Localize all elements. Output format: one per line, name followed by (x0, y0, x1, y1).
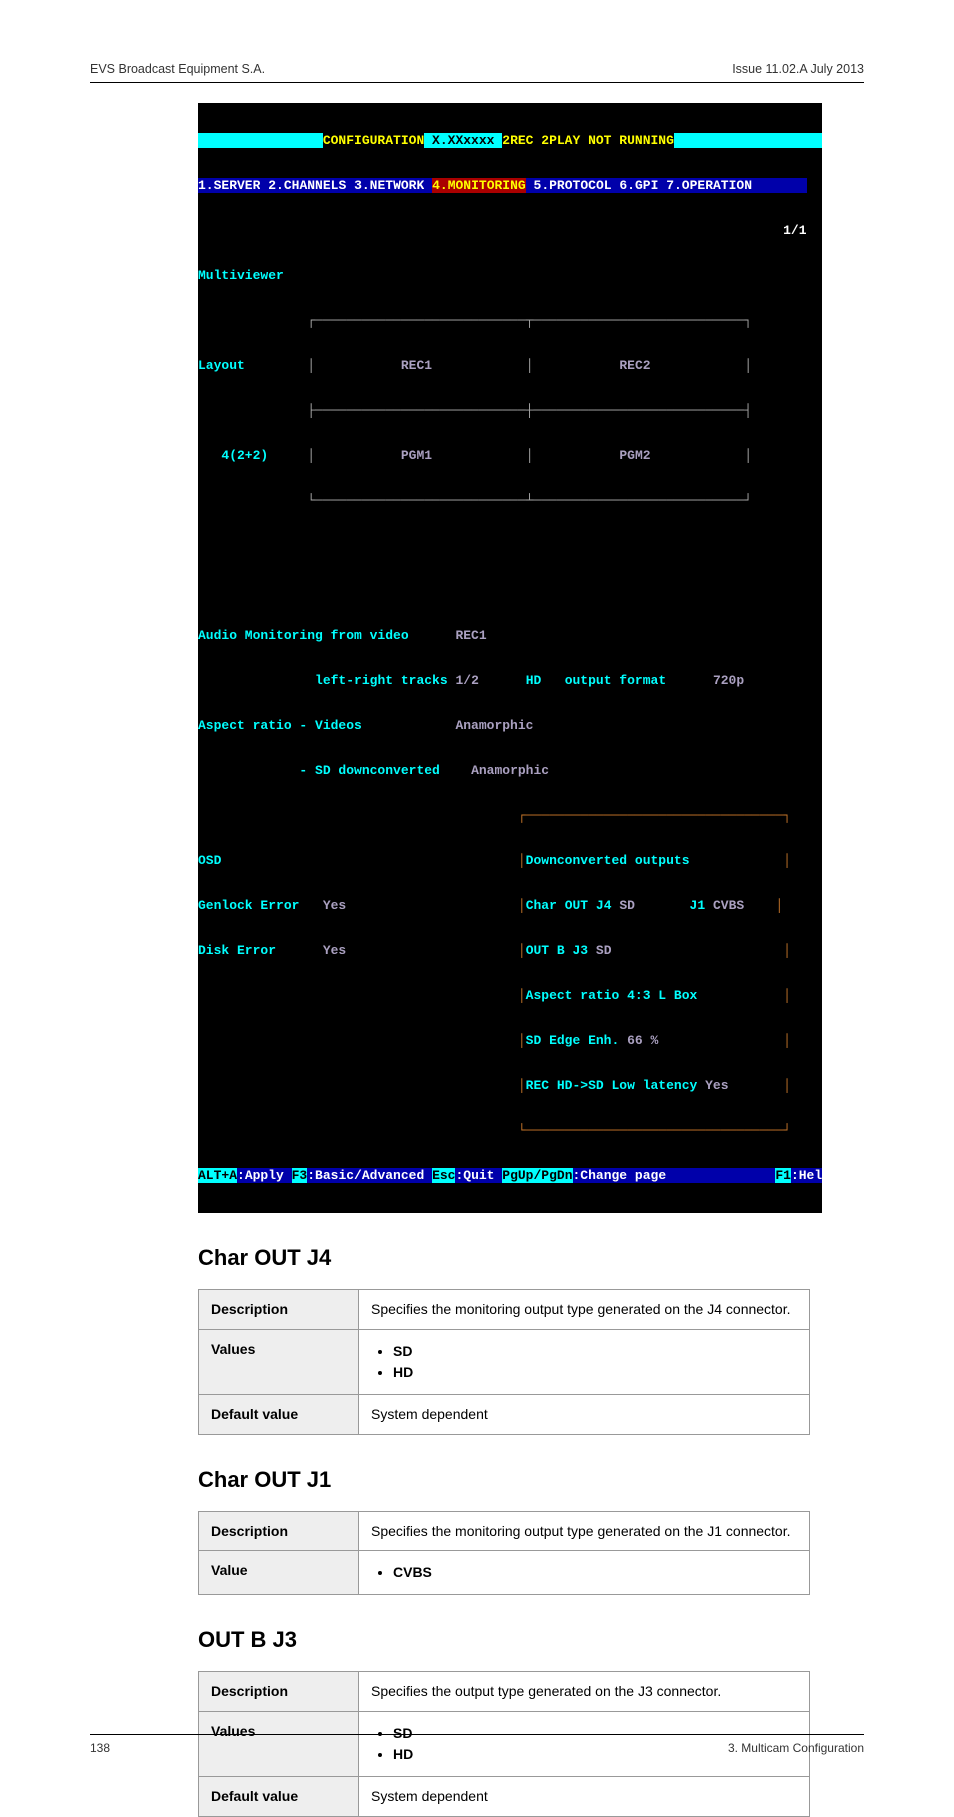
value-hd: HD (393, 1363, 797, 1382)
tab-operation: 7.OPERATION (666, 178, 752, 193)
sd-edge-label: SD Edge Enh. (526, 1033, 620, 1048)
section-char-out-j4-title: Char OUT J4 (198, 1245, 782, 1271)
desc-text: Specifies the output type generated on t… (359, 1672, 810, 1712)
desc-label: Description (199, 1511, 359, 1551)
footer-right: 3. Multicam Configuration (728, 1741, 864, 1755)
out-b-j3-value: SD (596, 943, 612, 958)
layout-value: 4(2+2) (221, 448, 268, 463)
default-label: Default value (199, 1394, 359, 1434)
default-text: System dependent (359, 1394, 810, 1434)
desc-text: Specifies the monitoring output type gen… (359, 1290, 810, 1330)
values-label: Values (199, 1329, 359, 1394)
genlock-value: Yes (323, 898, 346, 913)
tab-gpi: 6.GPI (619, 178, 658, 193)
audio-mon-label: Audio Monitoring from video (198, 628, 409, 643)
default-label: Default value (199, 1777, 359, 1817)
page-number: 138 (90, 1741, 110, 1755)
aspect-label: Aspect ratio - Videos (198, 718, 362, 733)
output-format-value: 720p (713, 673, 744, 688)
tab-channels: 2.CHANNELS (268, 178, 346, 193)
dc-aspect: Aspect ratio 4:3 L Box (526, 988, 698, 1003)
desc-label: Description (199, 1672, 359, 1712)
page-content: CONFIGURATION X.XXxxxx 2REC 2PLAY NOT RU… (90, 83, 864, 1817)
section-char-out-j1-title: Char OUT J1 (198, 1467, 782, 1493)
sd-edge-value: 66 % (627, 1033, 658, 1048)
terminal-screenshot: CONFIGURATION X.XXxxxx 2REC 2PLAY NOT RU… (198, 103, 822, 1213)
grid-pgm2: PGM2 (619, 448, 650, 463)
dco-title: Downconverted outputs (526, 853, 690, 868)
key-pgup: PgUp/PgDn (502, 1168, 572, 1183)
value-label: Value (199, 1551, 359, 1595)
tab-server: 1.SERVER (198, 178, 260, 193)
key-alt-a-text: :Apply (237, 1168, 292, 1183)
key-f3: F3 (292, 1168, 308, 1183)
low-latency-label: REC HD->SD Low latency (526, 1078, 698, 1093)
grid-rec1: REC1 (401, 358, 432, 373)
j1-value: CVBS (713, 898, 744, 913)
desc-label: Description (199, 1290, 359, 1330)
page-header: EVS Broadcast Equipment S.A. Issue 11.02… (90, 62, 864, 83)
header-left: EVS Broadcast Equipment S.A. (90, 62, 265, 76)
output-format-label: output format (565, 673, 666, 688)
layout-label: Layout (198, 358, 245, 373)
page-footer: 138 3. Multicam Configuration (90, 1734, 864, 1755)
term-status: 2REC 2PLAY NOT RUNNING (502, 133, 674, 148)
lr-tracks-value: 1/2 (455, 673, 478, 688)
aspect-sd-label: - SD downconverted (299, 763, 439, 778)
genlock-label: Genlock Error (198, 898, 299, 913)
disk-error-value: Yes (323, 943, 346, 958)
key-pgup-text: :Change page (573, 1168, 667, 1183)
audio-mon-value: REC1 (455, 628, 486, 643)
tab-network: 3.NETWORK (354, 178, 424, 193)
hd-label: HD (526, 673, 542, 688)
term-subtab: Multiviewer (198, 268, 284, 283)
char-out-j4-val: SD (619, 898, 635, 913)
tab-protocol: 5.PROTOCOL (534, 178, 612, 193)
table-char-out-j4: Description Specifies the monitoring out… (198, 1289, 810, 1435)
key-f1-text: :Help (791, 1168, 822, 1183)
grid-pgm1: PGM1 (401, 448, 432, 463)
table-char-out-j1: Description Specifies the monitoring out… (198, 1511, 810, 1596)
default-text: System dependent (359, 1777, 810, 1817)
term-title: CONFIGURATION (323, 133, 424, 148)
key-alt-a: ALT+A (198, 1168, 237, 1183)
key-esc: Esc (432, 1168, 455, 1183)
key-f1: F1 (775, 1168, 791, 1183)
key-esc-text: :Quit (455, 1168, 502, 1183)
aspect-v2: Anamorphic (471, 763, 549, 778)
document-page: EVS Broadcast Equipment S.A. Issue 11.02… (0, 0, 954, 1817)
key-f3-text: :Basic/Advanced (307, 1168, 432, 1183)
value-cvbs: CVBS (393, 1563, 797, 1582)
grid-rec2: REC2 (619, 358, 650, 373)
lr-tracks-label: left-right tracks (315, 673, 448, 688)
out-b-j3-label: OUT B J3 (526, 943, 588, 958)
osd-title: OSD (198, 853, 221, 868)
header-right: Issue 11.02.A July 2013 (732, 62, 864, 76)
value-sd: SD (393, 1342, 797, 1361)
desc-text: Specifies the monitoring output type gen… (359, 1511, 810, 1551)
char-out-j4-label: Char OUT J4 (526, 898, 612, 913)
low-latency-value: Yes (705, 1078, 728, 1093)
j1-label: J1 (690, 898, 706, 913)
disk-error-label: Disk Error (198, 943, 276, 958)
term-page-indicator: 1/1 (783, 223, 806, 238)
aspect-v1: Anamorphic (455, 718, 533, 733)
tab-monitoring: 4.MONITORING (432, 178, 526, 193)
section-out-b-j3-title: OUT B J3 (198, 1627, 782, 1653)
